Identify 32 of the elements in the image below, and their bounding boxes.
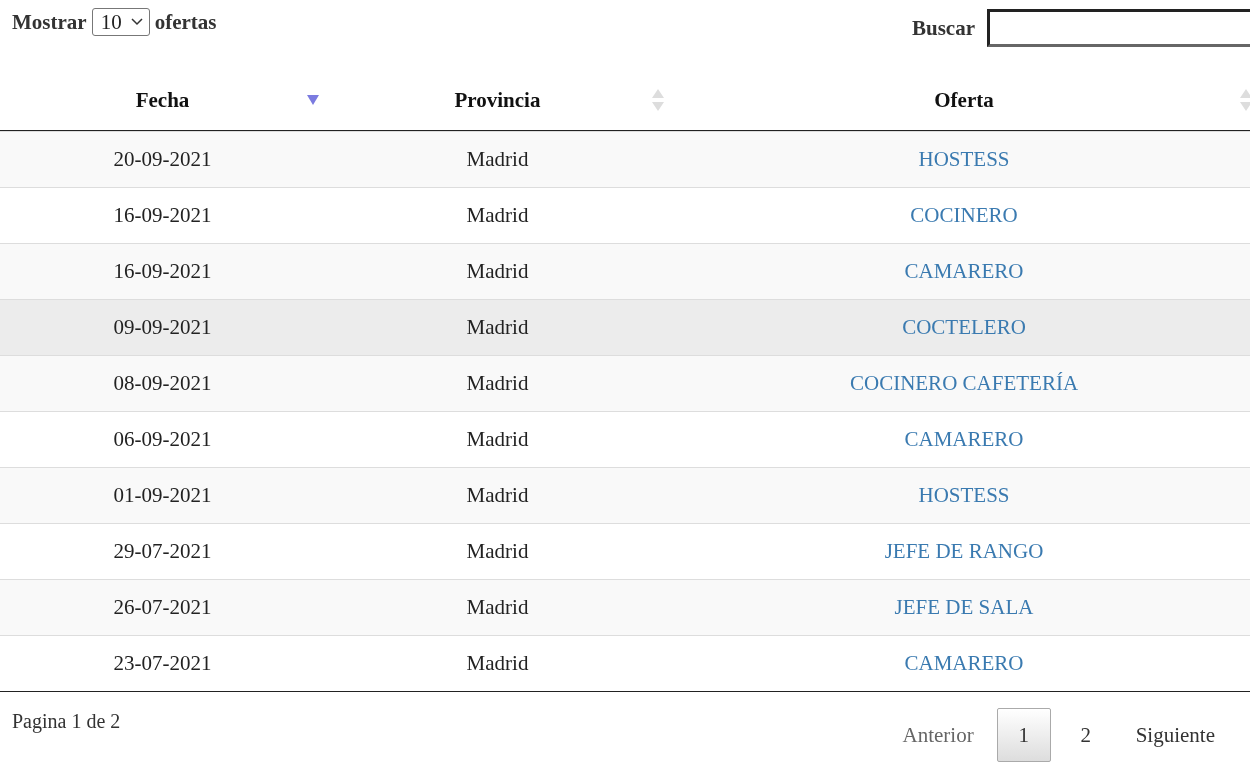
- date-cell: 16-09-2021: [0, 243, 325, 299]
- offer-link[interactable]: COCINERO: [910, 203, 1018, 228]
- page-button[interactable]: 1: [996, 708, 1051, 762]
- search-label: Buscar: [912, 15, 975, 41]
- offer-link[interactable]: CAMARERO: [904, 259, 1024, 284]
- page-button[interactable]: 2: [1058, 708, 1113, 762]
- province-cell: Madrid: [325, 131, 670, 187]
- province-cell: Madrid: [325, 243, 670, 299]
- page-info: Pagina 1 de 2: [12, 710, 121, 735]
- offer-link[interactable]: CAMARERO: [904, 427, 1024, 452]
- province-cell: Madrid: [325, 467, 670, 523]
- search-field[interactable]: [987, 9, 1250, 47]
- offer-link[interactable]: JEFE DE RANGO: [884, 539, 1044, 564]
- offer-link[interactable]: COCINERO CAFETERÍA: [849, 371, 1079, 396]
- province-cell: Madrid: [325, 579, 670, 635]
- province-cell: Madrid: [325, 355, 670, 411]
- date-cell: 01-09-2021: [0, 467, 325, 523]
- offer-link[interactable]: COCTELERO: [902, 315, 1026, 340]
- page-length-select[interactable]: 10: [91, 8, 150, 36]
- offer-link[interactable]: HOSTESS: [918, 483, 1010, 508]
- chevron-down-icon: [130, 18, 143, 26]
- entries-label: ofertas: [154, 9, 217, 35]
- date-cell: 09-09-2021: [0, 299, 325, 355]
- offer-link[interactable]: HOSTESS: [918, 147, 1010, 172]
- province-cell: Madrid: [325, 299, 670, 355]
- date-cell: 26-07-2021: [0, 579, 325, 635]
- show-label: Mostrar: [12, 9, 87, 35]
- date-cell: 20-09-2021: [0, 131, 325, 187]
- offer-link[interactable]: CAMARERO: [904, 651, 1024, 676]
- date-cell: 08-09-2021: [0, 355, 325, 411]
- next-button[interactable]: Siguiente: [1120, 708, 1230, 762]
- offer-link[interactable]: JEFE DE SALA: [894, 595, 1034, 620]
